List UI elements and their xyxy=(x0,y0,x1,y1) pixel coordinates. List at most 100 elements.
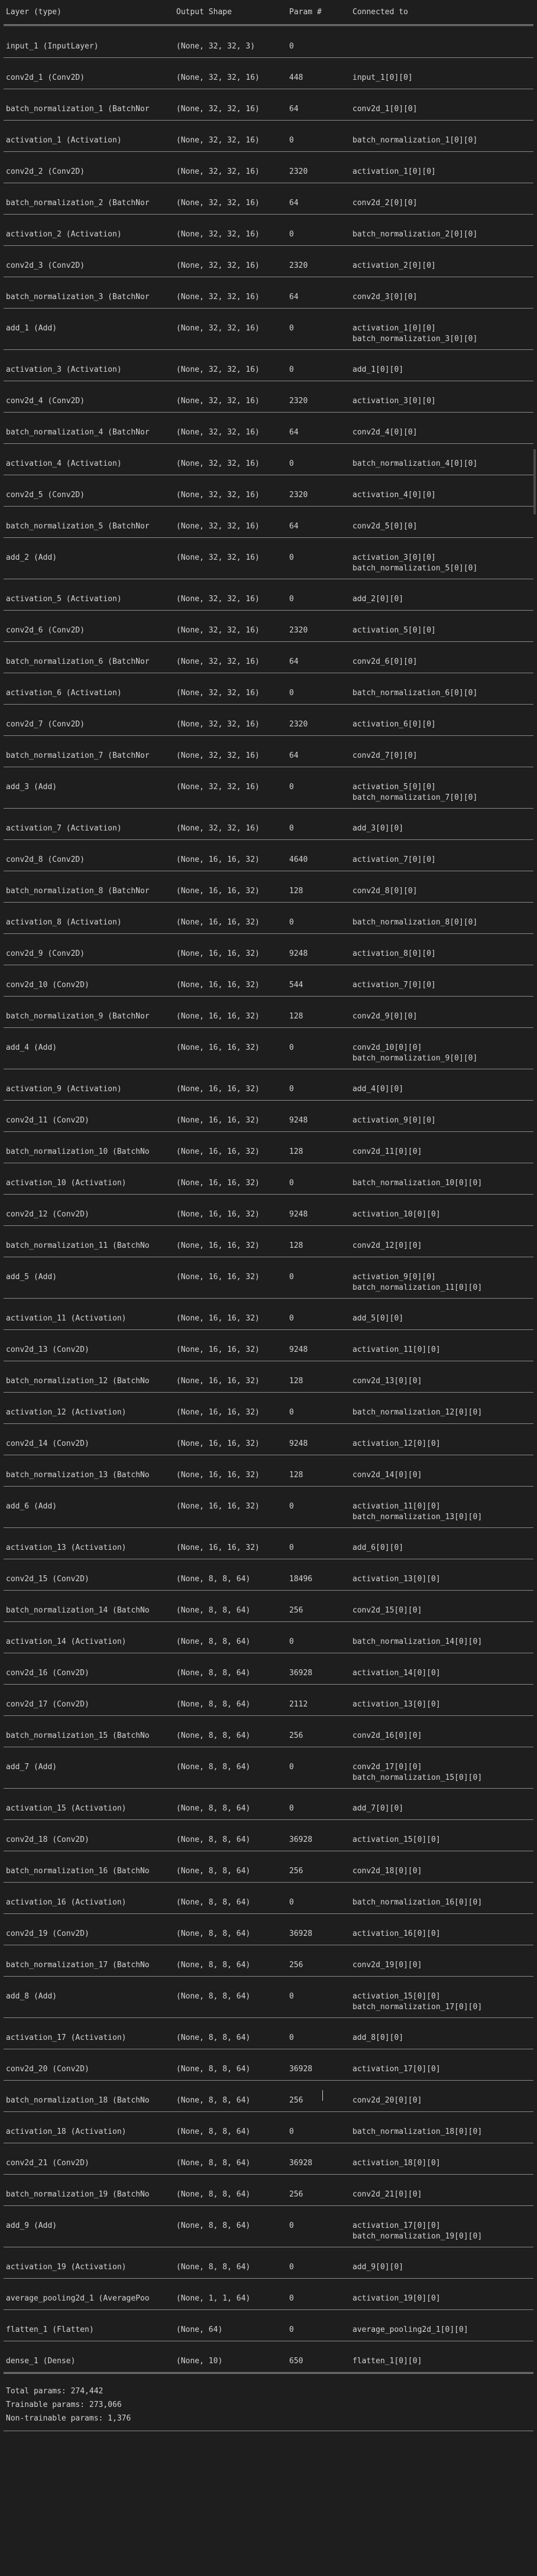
row-divider xyxy=(4,1788,533,1789)
layer-name: add_7 (Add) xyxy=(6,1763,57,1772)
param-count: 0 xyxy=(289,2325,294,2334)
layer-name: activation_10 (Activation) xyxy=(6,1179,127,1188)
param-count: 0 xyxy=(289,1179,294,1188)
layer-name: conv2d_10 (Conv2D) xyxy=(6,981,89,989)
layer-name: conv2d_7 (Conv2D) xyxy=(6,720,85,729)
layer-name: batch_normalization_9 (BatchNor xyxy=(6,1012,150,1021)
row-divider xyxy=(4,704,533,705)
layer-name: conv2d_11 (Conv2D) xyxy=(6,1116,89,1125)
output-shape: (None, 32, 32, 16) xyxy=(176,553,260,562)
output-shape: (None, 16, 16, 32) xyxy=(176,1043,260,1052)
param-count: 36928 xyxy=(289,1835,313,1844)
layer-name: input_1 (InputLayer) xyxy=(6,42,99,51)
param-count: 2320 xyxy=(289,261,308,270)
connected-to: flatten_1[0][0] xyxy=(352,2357,422,2366)
output-shape: (None, 8, 8, 64) xyxy=(176,1575,251,1584)
param-count: 9248 xyxy=(289,1345,308,1354)
output-shape: (None, 16, 16, 32) xyxy=(176,1439,260,1448)
output-shape: (None, 8, 8, 64) xyxy=(176,1835,251,1844)
param-count: 2320 xyxy=(289,167,308,176)
connected-to: activation_3[0][0] xyxy=(352,553,436,562)
param-count: 0 xyxy=(289,136,294,145)
output-shape: (None, 32, 32, 16) xyxy=(176,720,260,729)
output-shape: (None, 32, 32, 3) xyxy=(176,42,255,51)
output-shape: (None, 8, 8, 64) xyxy=(176,1898,251,1907)
param-count: 0 xyxy=(289,1992,294,2001)
layer-name: conv2d_5 (Conv2D) xyxy=(6,491,85,499)
param-count: 36928 xyxy=(289,2065,313,2074)
layer-name: activation_15 (Activation) xyxy=(6,1804,127,1813)
param-count: 256 xyxy=(289,1606,303,1615)
param-count: 2320 xyxy=(289,626,308,635)
layer-name: batch_normalization_4 (BatchNor xyxy=(6,428,150,437)
param-count: 448 xyxy=(289,73,303,82)
output-shape: (None, 16, 16, 32) xyxy=(176,887,260,896)
output-shape: (None, 16, 16, 32) xyxy=(176,1085,260,1094)
param-count: 2320 xyxy=(289,397,308,405)
param-count: 9248 xyxy=(289,1210,308,1219)
connected-to: batch_normalization_13[0][0] xyxy=(352,1513,483,1521)
param-count: 64 xyxy=(289,105,299,113)
param-count: 0 xyxy=(289,1314,294,1323)
row-divider xyxy=(4,933,533,934)
output-shape: (None, 16, 16, 32) xyxy=(176,1012,260,1021)
param-count: 128 xyxy=(289,1471,303,1480)
layer-name: activation_19 (Activation) xyxy=(6,2263,127,2272)
row-divider xyxy=(4,2111,533,2112)
layer-name: conv2d_15 (Conv2D) xyxy=(6,1575,89,1584)
connected-to: conv2d_17[0][0] xyxy=(352,1763,422,1772)
output-shape: (None, 16, 16, 32) xyxy=(176,1210,260,1219)
row-divider xyxy=(4,1194,533,1195)
param-count: 128 xyxy=(289,1147,303,1156)
connected-to: conv2d_10[0][0] xyxy=(352,1043,422,1052)
layer-name: batch_normalization_8 (BatchNor xyxy=(6,887,150,896)
row-divider xyxy=(4,902,533,903)
row-divider xyxy=(4,1913,533,1914)
connected-to: conv2d_6[0][0] xyxy=(352,657,418,666)
layer-name: batch_normalization_15 (BatchNo xyxy=(6,1731,150,1740)
connected-to: batch_normalization_2[0][0] xyxy=(352,230,478,239)
row-divider xyxy=(4,412,533,413)
param-count: 64 xyxy=(289,428,299,437)
param-count: 9248 xyxy=(289,1116,308,1125)
output-shape: (None, 32, 32, 16) xyxy=(176,595,260,604)
layer-name: conv2d_18 (Conv2D) xyxy=(6,1835,89,1844)
output-shape: (None, 64) xyxy=(176,2325,223,2334)
connected-to: batch_normalization_17[0][0] xyxy=(352,2003,483,2012)
layer-name: conv2d_20 (Conv2D) xyxy=(6,2065,89,2074)
output-shape: (None, 8, 8, 64) xyxy=(176,1731,251,1740)
layer-name: batch_normalization_14 (BatchNo xyxy=(6,1606,150,1615)
output-shape: (None, 32, 32, 16) xyxy=(176,428,260,437)
connected-to: add_9[0][0] xyxy=(352,2263,404,2272)
row-divider xyxy=(4,2205,533,2206)
layer-name: activation_2 (Activation) xyxy=(6,230,122,239)
connected-to: activation_1[0][0] xyxy=(352,167,436,176)
layer-name: flatten_1 (Flatten) xyxy=(6,2325,94,2334)
output-shape: (None, 32, 32, 16) xyxy=(176,657,260,666)
row-divider xyxy=(4,1131,533,1132)
param-count: 0 xyxy=(289,1085,294,1094)
param-count: 128 xyxy=(289,1241,303,1250)
output-shape: (None, 8, 8, 64) xyxy=(176,1867,251,1876)
row-divider xyxy=(4,735,533,736)
connected-to: activation_1[0][0] xyxy=(352,324,436,333)
connected-to: conv2d_1[0][0] xyxy=(352,105,418,113)
row-divider xyxy=(4,1392,533,1393)
row-divider xyxy=(4,1486,533,1487)
output-shape: (None, 32, 32, 16) xyxy=(176,365,260,374)
output-shape: (None, 16, 16, 32) xyxy=(176,1502,260,1511)
row-divider xyxy=(4,57,533,58)
output-shape: (None, 8, 8, 64) xyxy=(176,1804,251,1813)
output-shape: (None, 16, 16, 32) xyxy=(176,1273,260,1281)
output-shape: (None, 8, 8, 64) xyxy=(176,1763,251,1772)
connected-to: activation_19[0][0] xyxy=(352,2294,441,2303)
output-shape: (None, 32, 32, 16) xyxy=(176,136,260,145)
output-shape: (None, 8, 8, 64) xyxy=(176,2221,251,2230)
row-divider xyxy=(4,1882,533,1883)
layer-name: activation_7 (Activation) xyxy=(6,824,122,833)
param-count: 256 xyxy=(289,1961,303,1970)
output-shape: (None, 10) xyxy=(176,2357,223,2366)
output-shape: (None, 32, 32, 16) xyxy=(176,199,260,207)
row-divider xyxy=(4,610,533,611)
row-divider xyxy=(4,1684,533,1685)
